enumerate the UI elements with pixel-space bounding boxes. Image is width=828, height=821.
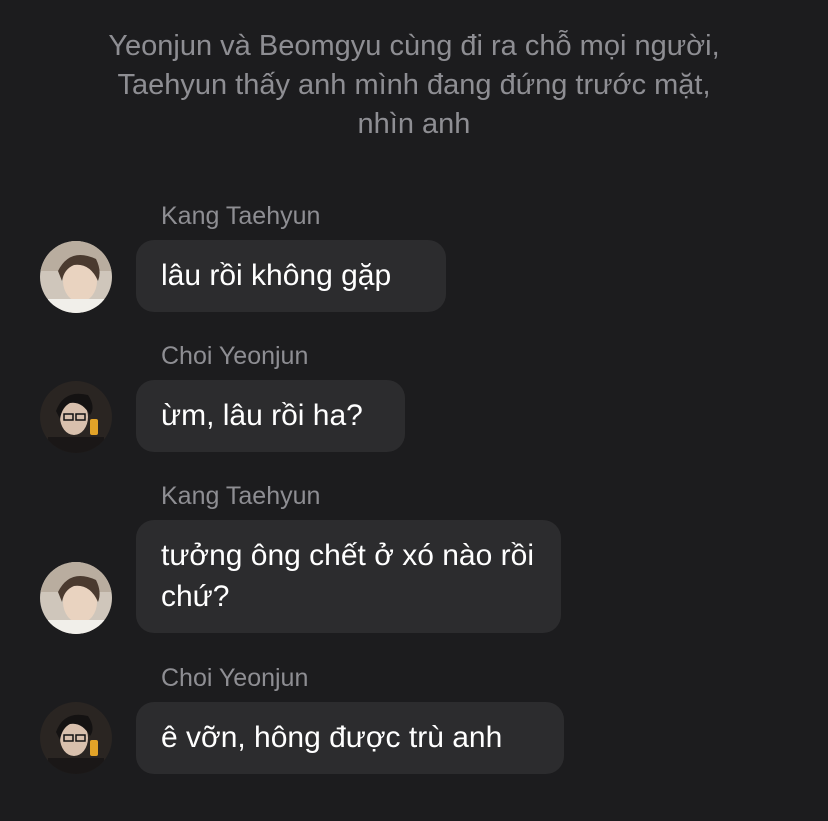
message-bubble[interactable]: lâu rồi không gặp: [136, 240, 446, 312]
narration-text: Yeonjun và Beomgyu cùng đi ra chỗ mọi ng…: [108, 30, 720, 140]
sender-name: Choi Yeonjun: [161, 342, 309, 370]
yeonjun-avatar[interactable]: [40, 381, 112, 453]
message-bubble[interactable]: ê vỡn, hông được trù anh: [136, 702, 564, 774]
sender-name: Choi Yeonjun: [161, 664, 309, 692]
message-bubble[interactable]: tưởng ông chết ở xó nào rồi chứ?: [136, 520, 561, 633]
message-bubble[interactable]: ừm, lâu rồi ha?: [136, 380, 405, 452]
sender-name: Kang Taehyun: [161, 202, 321, 230]
taehyun-avatar[interactable]: [40, 241, 112, 313]
yeonjun-avatar[interactable]: [40, 702, 112, 774]
sender-name: Kang Taehyun: [161, 482, 321, 510]
taehyun-avatar[interactable]: [40, 562, 112, 634]
